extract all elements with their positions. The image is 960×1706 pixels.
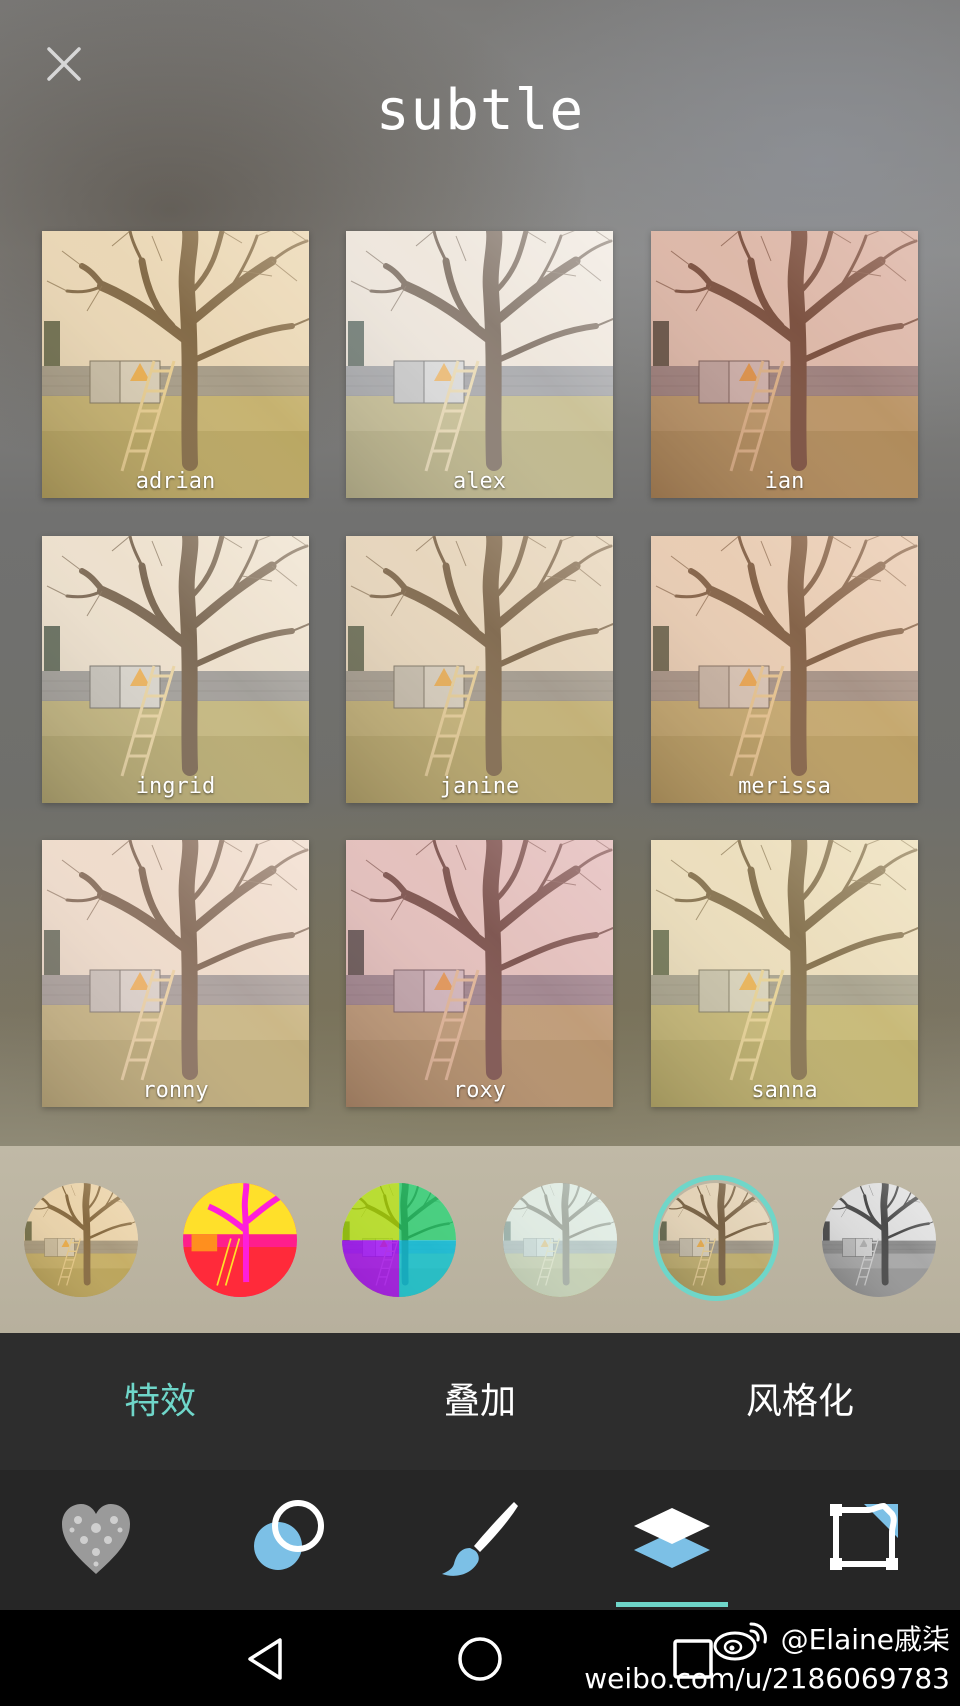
filter-tint [42, 231, 309, 498]
filter-label: adrian [135, 469, 216, 494]
filter-tile[interactable]: adrian [42, 231, 309, 498]
filter-tint [651, 536, 918, 803]
filter-tile[interactable]: sanna [651, 840, 918, 1107]
watermark-url: weibo.com/u/2186069783 [584, 1662, 950, 1695]
filter-tint [42, 536, 309, 803]
nav-back-button[interactable] [242, 1634, 292, 1684]
filter-label: merissa [738, 774, 831, 799]
filter-label: sanna [751, 1078, 818, 1103]
filter-tint [42, 840, 309, 1107]
filter-tile[interactable]: roxy [346, 840, 613, 1107]
filter-label: ian [764, 469, 805, 494]
selected-tool-indicator [616, 1602, 728, 1607]
filter-label: janine [439, 774, 520, 799]
back-triangle-icon [248, 1638, 282, 1680]
filter-tile[interactable]: ian [651, 231, 918, 498]
filter-tile[interactable]: janine [346, 536, 613, 803]
filter-label: ingrid [135, 774, 216, 799]
filter-tint [651, 840, 918, 1107]
circles-icon [254, 1500, 324, 1570]
quad-color-thumb-image [342, 1183, 456, 1297]
page-title: subtle [375, 78, 585, 143]
category-thumb-pop-art[interactable] [183, 1183, 297, 1297]
filter-tint [346, 840, 613, 1107]
tool-toolbar [0, 1470, 960, 1610]
tab-overlay[interactable]: 叠加 [350, 1333, 610, 1470]
filter-grid: adrian alex ian ingrid janine merissa ro… [42, 231, 918, 1111]
filter-tint [346, 231, 613, 498]
subtle-thumb-image [659, 1183, 773, 1297]
mono-thumb-image [822, 1183, 936, 1297]
category-thumb-fade[interactable] [503, 1183, 617, 1297]
brush-icon [442, 1502, 518, 1576]
category-tabs: 特效 叠加 风格化 [0, 1333, 960, 1470]
crop-icon [830, 1503, 898, 1570]
filter-label: alex [453, 469, 506, 494]
layers-icon [634, 1508, 710, 1568]
tool-layers[interactable] [576, 1470, 768, 1610]
nav-home-button[interactable] [455, 1634, 505, 1684]
lace-heart-icon [62, 1504, 130, 1574]
filter-tile[interactable]: ronny [42, 840, 309, 1107]
weibo-logo-icon [713, 1622, 767, 1661]
watermark-user: @Elaine戚柒 [780, 1623, 950, 1656]
weibo-watermark: @Elaine戚柒 weibo.com/u/2186069783 [584, 1618, 950, 1696]
fade-thumb-image [503, 1183, 617, 1297]
filter-tint [346, 536, 613, 803]
tool-circles[interactable] [192, 1470, 384, 1610]
category-thumb-quad-color[interactable] [342, 1183, 456, 1297]
tool-lace-heart[interactable] [0, 1470, 192, 1610]
filter-label: roxy [453, 1078, 506, 1103]
filter-tile[interactable]: ingrid [42, 536, 309, 803]
category-thumb-subtle[interactable] [659, 1183, 773, 1297]
category-thumb-mono[interactable] [822, 1183, 936, 1297]
filter-label: ronny [142, 1078, 209, 1103]
warm-thumb-image [24, 1183, 138, 1297]
tool-crop[interactable] [768, 1470, 960, 1610]
tab-stylize[interactable]: 风格化 [670, 1333, 930, 1470]
category-strip [0, 1146, 960, 1333]
tool-brush[interactable] [384, 1470, 576, 1610]
filter-tile[interactable]: merissa [651, 536, 918, 803]
category-thumb-warm[interactable] [24, 1183, 138, 1297]
filter-tile[interactable]: alex [346, 231, 613, 498]
home-circle-icon [458, 1637, 502, 1681]
filter-tint [651, 231, 918, 498]
tab-effects[interactable]: 特效 [30, 1333, 290, 1470]
pop-art-thumb-image [183, 1183, 297, 1297]
